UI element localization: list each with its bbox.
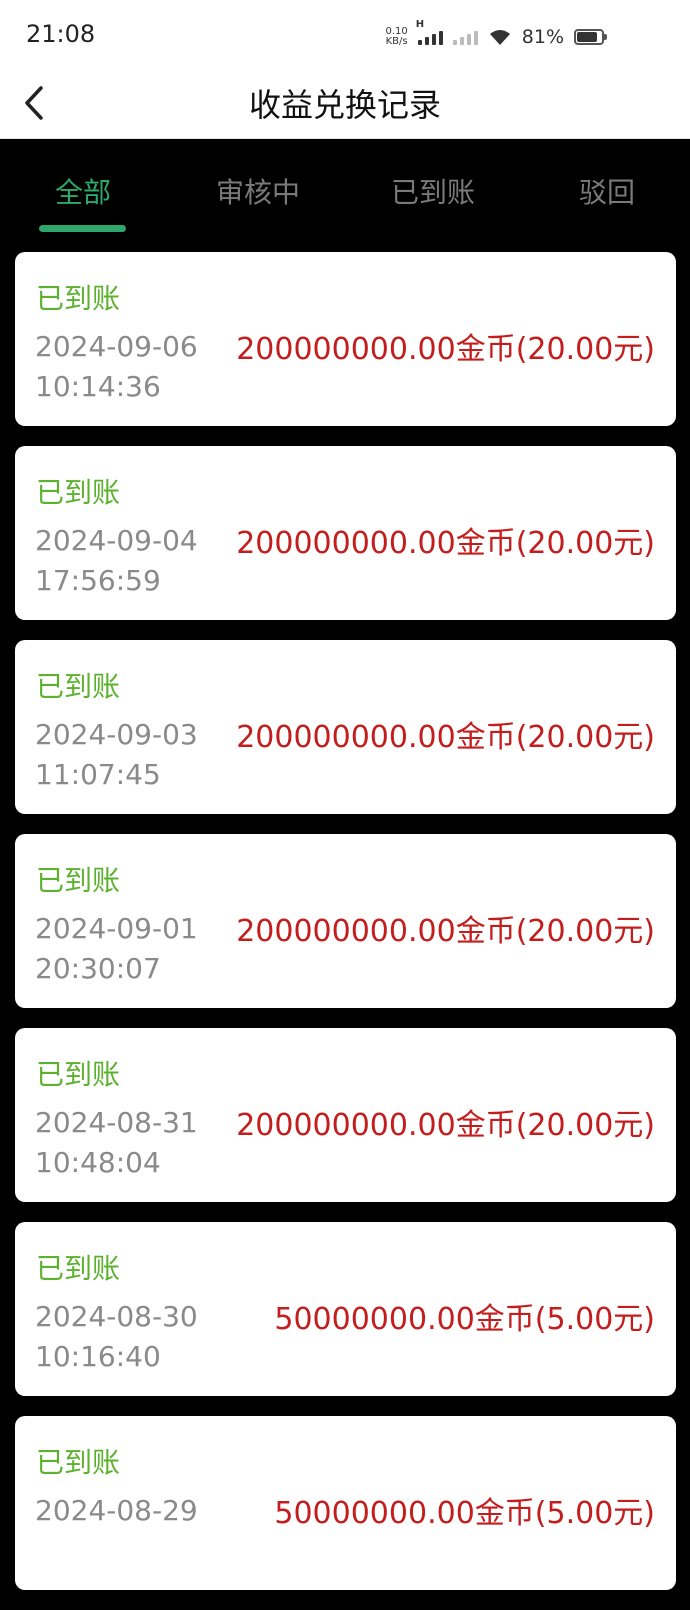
record-card[interactable]: 已到账 2024-08-31 10:48:04 200000000.00金币(2…: [15, 1028, 676, 1202]
record-amount: 200000000.00金币(20.00元): [236, 914, 655, 949]
tab-rejected[interactable]: 驳回: [542, 171, 672, 211]
cellular-signal-icon: H: [416, 19, 443, 45]
record-amount: 50000000.00金币(5.00元): [274, 1302, 655, 1337]
record-amount: 50000000.00金币(5.00元): [274, 1496, 655, 1531]
status-bar: 21:08 0.10 KB/s H 81%: [0, 0, 690, 70]
record-amount: 200000000.00金币(20.00元): [236, 720, 655, 755]
record-amount: 200000000.00金币(20.00元): [236, 526, 655, 561]
record-date: 2024-08-31: [35, 1106, 198, 1139]
record-card[interactable]: 已到账 2024-08-30 10:16:40 50000000.00金币(5.…: [15, 1222, 676, 1396]
record-date: 2024-08-29: [35, 1494, 198, 1527]
record-amount: 200000000.00金币(20.00元): [236, 1108, 655, 1143]
tab-reviewing[interactable]: 审核中: [193, 171, 323, 211]
status-icons: 0.10 KB/s H 81%: [386, 19, 607, 52]
record-status: 已到账: [36, 864, 121, 897]
record-time: 20:30:07: [35, 952, 161, 985]
record-card[interactable]: 已到账 2024-09-06 10:14:36 200000000.00金币(2…: [15, 252, 676, 426]
record-card[interactable]: 已到账 2024-09-04 17:56:59 200000000.00金币(2…: [15, 446, 676, 620]
record-time: 10:16:40: [35, 1340, 161, 1373]
cellular-signal-2-icon: [452, 29, 478, 45]
record-status: 已到账: [36, 670, 121, 703]
record-status: 已到账: [36, 1446, 121, 1479]
record-status: 已到账: [36, 282, 121, 315]
nav-bar: 收益兑换记录: [0, 70, 690, 139]
network-speed-unit: KB/s: [385, 36, 408, 47]
active-tab-indicator: [39, 225, 126, 232]
record-card[interactable]: 已到账 2024-09-03 11:07:45 200000000.00金币(2…: [15, 640, 676, 814]
battery-icon: [574, 29, 607, 45]
record-status: 已到账: [36, 1058, 121, 1091]
record-time: 10:48:04: [35, 1146, 161, 1179]
record-time: 17:56:59: [35, 564, 161, 597]
page-title: 收益兑换记录: [248, 86, 441, 124]
record-amount: 200000000.00金币(20.00元): [236, 332, 655, 367]
tab-received[interactable]: 已到账: [368, 171, 498, 211]
record-card[interactable]: 已到账 2024-08-29 50000000.00金币(5.00元): [15, 1416, 676, 1590]
record-list: 已到账 2024-09-06 10:14:36 200000000.00金币(2…: [15, 252, 676, 1610]
record-date: 2024-08-30: [35, 1300, 198, 1333]
record-date: 2024-09-06: [35, 330, 198, 363]
network-type-label: H: [415, 19, 425, 30]
battery-percent: 81%: [521, 26, 564, 48]
record-date: 2024-09-03: [35, 718, 198, 751]
record-status: 已到账: [36, 1252, 121, 1285]
network-speed: 0.10 KB/s: [386, 27, 408, 47]
record-card[interactable]: 已到账 2024-09-01 20:30:07 200000000.00金币(2…: [15, 834, 676, 1008]
record-status: 已到账: [36, 476, 121, 509]
status-time: 21:08: [26, 20, 96, 48]
record-date: 2024-09-04: [35, 524, 198, 557]
record-time: 11:07:45: [35, 758, 161, 791]
tab-all[interactable]: 全部: [18, 171, 148, 211]
record-time: 10:14:36: [35, 370, 161, 403]
record-date: 2024-09-01: [35, 912, 198, 945]
wifi-icon: [489, 30, 510, 45]
tab-bar: 全部 审核中 已到账 驳回: [0, 139, 690, 239]
